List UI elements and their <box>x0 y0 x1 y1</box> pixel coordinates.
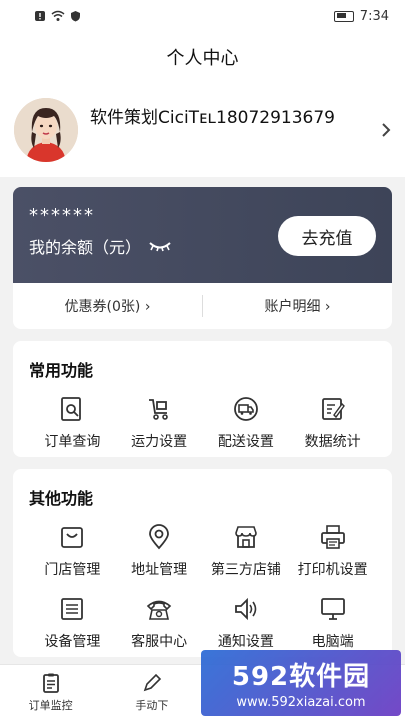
account-detail-label: 账户明细 <box>264 299 321 315</box>
pen-icon <box>143 673 162 692</box>
order-search-icon <box>61 397 82 421</box>
function-label: 第三方店铺 <box>210 562 281 578</box>
watermark-url: www.592xiazai.com <box>236 695 366 710</box>
function-label: 地址管理 <box>131 562 188 578</box>
chevron-right-icon[interactable] <box>381 122 391 143</box>
coupons-link[interactable]: 优惠券(0张) › <box>13 296 202 316</box>
balance-sub-row: 优惠券(0张) › 账户明细 › <box>13 283 392 329</box>
clipboard-icon <box>42 673 59 693</box>
phone-icon <box>146 600 172 620</box>
function-label: 客服中心 <box>131 634 188 650</box>
device-list-icon <box>61 598 84 620</box>
shop-icon <box>235 526 257 548</box>
speaker-icon <box>234 597 257 621</box>
common-functions-grid: 订单查询 运力设置 配送设置 数据统计 <box>29 395 376 451</box>
function-delivery-settings[interactable]: 配送设置 <box>203 395 290 451</box>
function-label: 设备管理 <box>44 634 101 650</box>
page-title: 个人中心 <box>166 48 239 69</box>
shield-icon <box>71 11 80 22</box>
function-data-stats[interactable]: 数据统计 <box>289 395 376 451</box>
common-functions-section: 常用功能 订单查询 运力设置 配送设置 数据统计 <box>13 341 392 457</box>
status-icons-left <box>34 10 81 22</box>
profile-row[interactable]: 软件策划CiciTᴇʟ18072913679 <box>0 82 405 177</box>
function-notification-settings[interactable]: 通知设置 <box>203 595 290 651</box>
function-store-management[interactable]: 门店管理 <box>29 523 116 579</box>
status-time: 7:34 <box>359 8 389 24</box>
profile-name: 软件策划CiciTᴇʟ18072913679 <box>90 108 335 128</box>
wifi-icon <box>51 10 65 21</box>
status-icons-right: 7:34 <box>333 8 389 24</box>
function-capacity-settings[interactable]: 运力设置 <box>116 395 203 451</box>
function-printer-settings[interactable]: 打印机设置 <box>289 523 376 579</box>
edit-doc-icon <box>321 398 345 420</box>
function-label: 配送设置 <box>217 434 274 450</box>
function-device-management[interactable]: 设备管理 <box>29 595 116 651</box>
section-title: 常用功能 <box>29 361 94 380</box>
function-label: 数据统计 <box>304 434 361 450</box>
function-label: 电脑端 <box>311 634 354 650</box>
function-label: 门店管理 <box>44 562 101 578</box>
coupons-label: 优惠券(0张) <box>64 299 141 315</box>
tab-label: 订单监控 <box>28 699 73 712</box>
eye-closed-icon[interactable] <box>149 240 171 252</box>
status-bar: 7:34 <box>0 0 405 32</box>
tab-manual-order[interactable]: 手动下 <box>101 665 202 720</box>
alert-icon <box>35 11 45 21</box>
function-address-management[interactable]: 地址管理 <box>116 523 203 579</box>
tab-order-monitor[interactable]: 订单监控 <box>0 665 101 720</box>
function-order-search[interactable]: 订单查询 <box>29 395 116 451</box>
chevron-right-icon: › <box>144 299 151 315</box>
store-bag-icon <box>61 527 84 548</box>
chevron-right-icon: › <box>324 299 331 315</box>
watermark-logo: 592软件园 www.592xiazai.com <box>201 650 401 716</box>
function-label: 运力设置 <box>131 434 188 450</box>
cart-icon <box>149 399 168 420</box>
other-functions-grid: 门店管理 地址管理 第三方店铺 打印机设置 设备管理 客服中心 通知设置 电脑端 <box>29 523 376 651</box>
section-title: 其他功能 <box>29 489 94 508</box>
battery-icon <box>333 10 354 22</box>
tab-label: 手动下 <box>135 699 169 712</box>
balance-card: ****** 我的余额（元） 去充值 <box>13 187 392 283</box>
watermark-main: 592软件园 <box>231 662 371 692</box>
function-label: 通知设置 <box>217 634 274 650</box>
recharge-button[interactable]: 去充值 <box>278 216 376 256</box>
printer-icon <box>320 525 345 549</box>
function-label: 打印机设置 <box>297 562 368 578</box>
balance-label: 我的余额（元） <box>29 238 142 257</box>
function-customer-service[interactable]: 客服中心 <box>116 595 203 651</box>
function-third-party-stores[interactable]: 第三方店铺 <box>203 523 290 579</box>
avatar[interactable] <box>14 97 78 162</box>
function-pc-client[interactable]: 电脑端 <box>289 595 376 651</box>
account-detail-link[interactable]: 账户明细 › <box>203 296 392 316</box>
title-bar: 个人中心 <box>0 32 405 82</box>
location-icon <box>149 524 170 550</box>
truck-icon <box>233 397 258 421</box>
monitor-icon <box>320 598 345 620</box>
function-label: 订单查询 <box>44 434 101 450</box>
other-functions-section: 其他功能 门店管理 地址管理 第三方店铺 打印机设置 设备管理 客服中心 通知设… <box>13 469 392 657</box>
